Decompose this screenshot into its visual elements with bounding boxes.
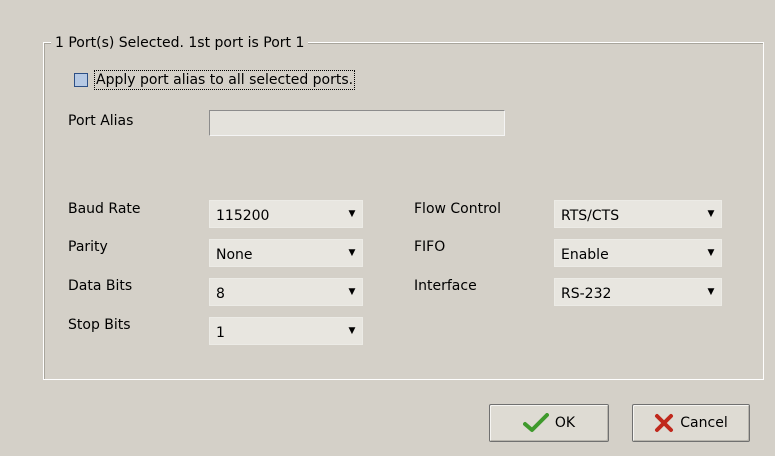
data-bits-value: 8 <box>216 285 225 302</box>
parity-value: None <box>216 246 253 263</box>
interface-select[interactable]: RS-232 ▼ <box>554 278 722 306</box>
parity-label: Parity <box>68 239 108 255</box>
chevron-down-icon[interactable]: ▼ <box>342 279 362 305</box>
check-icon <box>522 413 549 432</box>
apply-alias-checkbox[interactable] <box>74 73 88 87</box>
chevron-down-icon[interactable]: ▼ <box>701 201 721 227</box>
cancel-button-label: Cancel <box>680 415 728 431</box>
interface-value: RS-232 <box>561 285 612 302</box>
ok-button[interactable]: OK <box>489 404 609 442</box>
parity-select[interactable]: None ▼ <box>209 239 363 267</box>
flow-control-select[interactable]: RTS/CTS ▼ <box>554 200 722 228</box>
baud-rate-select[interactable]: 115200 ▼ <box>209 200 363 228</box>
fifo-label: FIFO <box>414 239 446 255</box>
chevron-down-icon[interactable]: ▼ <box>342 240 362 266</box>
chevron-down-icon[interactable]: ▼ <box>342 318 362 344</box>
chevron-down-icon[interactable]: ▼ <box>701 279 721 305</box>
baud-rate-label: Baud Rate <box>68 201 141 217</box>
chevron-down-icon[interactable]: ▼ <box>342 201 362 227</box>
stop-bits-value: 1 <box>216 324 225 341</box>
port-alias-input[interactable] <box>209 110 505 136</box>
apply-alias-checkbox-row[interactable]: Apply port alias to all selected ports. <box>74 70 356 90</box>
ok-button-label: OK <box>554 415 576 431</box>
data-bits-label: Data Bits <box>68 278 133 294</box>
flow-control-label: Flow Control <box>414 201 502 217</box>
interface-label: Interface <box>414 278 477 294</box>
fifo-value: Enable <box>561 246 609 263</box>
x-icon <box>655 414 674 432</box>
apply-alias-label[interactable]: Apply port alias to all selected ports. <box>94 70 356 90</box>
stop-bits-label: Stop Bits <box>68 317 131 333</box>
chevron-down-icon[interactable]: ▼ <box>701 240 721 266</box>
flow-control-value: RTS/CTS <box>561 207 620 224</box>
fifo-select[interactable]: Enable ▼ <box>554 239 722 267</box>
stop-bits-select[interactable]: 1 ▼ <box>209 317 363 345</box>
groupbox-title: 1 Port(s) Selected. 1st port is Port 1 <box>51 35 309 51</box>
cancel-button[interactable]: Cancel <box>632 404 750 442</box>
port-alias-label: Port Alias <box>68 113 134 129</box>
port-settings-dialog: 1 Port(s) Selected. 1st port is Port 1 A… <box>0 0 775 456</box>
data-bits-select[interactable]: 8 ▼ <box>209 278 363 306</box>
baud-rate-value: 115200 <box>216 207 270 224</box>
